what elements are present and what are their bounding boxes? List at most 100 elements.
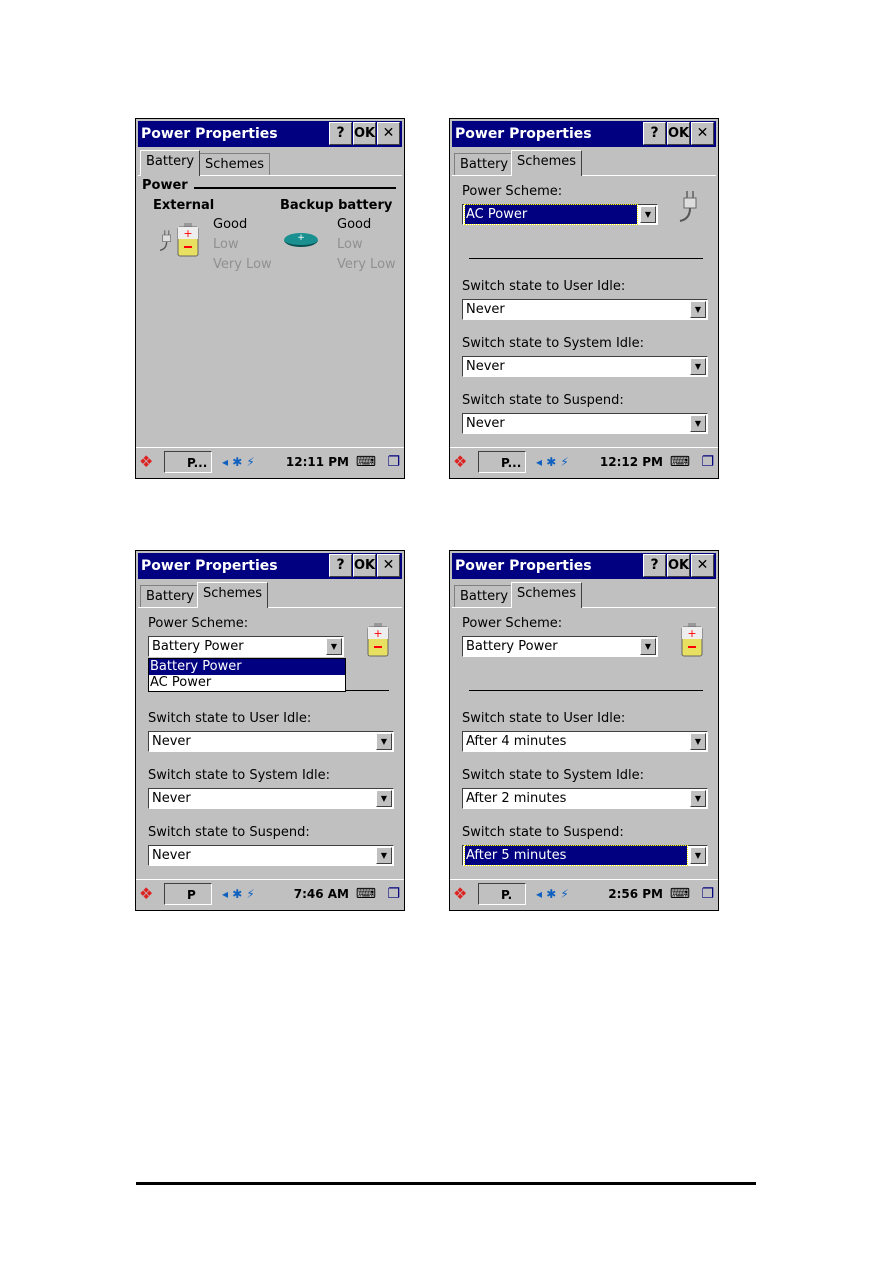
battery-icon: + xyxy=(680,623,704,661)
switch-state-value: Never xyxy=(466,416,505,431)
switch-state-select[interactable]: Never ▼ xyxy=(148,731,394,752)
desktop-switch-icon[interactable]: ❐ xyxy=(701,883,714,905)
power-scheme-select[interactable]: Battery Power ▼ xyxy=(148,636,344,657)
switch-state-select[interactable]: After 5 minutes ▼ xyxy=(462,845,708,866)
power-scheme-select[interactable]: Battery Power ▼ xyxy=(462,636,658,657)
keyboard-icon[interactable]: ⌨ xyxy=(356,883,376,905)
taskbar: ❖ P... ◂ ✱ ⚡ 12:12 PM ⌨ ❐ xyxy=(450,447,718,478)
close-button[interactable]: ✕ xyxy=(377,122,400,145)
chevron-down-icon[interactable]: ▼ xyxy=(690,358,706,375)
ok-button[interactable]: OK xyxy=(353,554,376,577)
dropdown-option[interactable]: AC Power xyxy=(149,675,345,691)
dropdown-option[interactable]: Battery Power xyxy=(149,659,345,675)
switch-state-select[interactable]: Never ▼ xyxy=(462,356,708,377)
keyboard-icon[interactable]: ⌨ xyxy=(356,451,376,473)
chevron-down-icon[interactable]: ▼ xyxy=(326,638,342,655)
close-button[interactable]: ✕ xyxy=(377,554,400,577)
power-scheme-select[interactable]: AC Power ▼ xyxy=(462,204,658,225)
chevron-down-icon[interactable]: ▼ xyxy=(376,790,392,807)
help-button[interactable]: ? xyxy=(329,122,352,145)
switch-state-select[interactable]: After 2 minutes ▼ xyxy=(462,788,708,809)
battery-level-low: Low xyxy=(213,237,239,252)
help-button[interactable]: ? xyxy=(643,554,666,577)
power-group-line xyxy=(194,187,396,189)
switch-state-value: After 2 minutes xyxy=(466,791,567,806)
tab-battery[interactable]: Battery xyxy=(454,585,515,608)
switch-state-label: Switch state to System Idle: xyxy=(148,768,331,783)
chevron-down-icon[interactable]: ▼ xyxy=(640,638,656,655)
start-button-icon[interactable]: ❖ xyxy=(139,451,161,473)
tab-battery[interactable]: Battery xyxy=(140,150,201,176)
switch-state-label: Switch state to Suspend: xyxy=(462,393,624,408)
help-button[interactable]: ? xyxy=(329,554,352,577)
switch-state-select[interactable]: After 4 minutes ▼ xyxy=(462,731,708,752)
battery-level-good: Good xyxy=(213,217,248,232)
switch-state-label: Switch state to User Idle: xyxy=(148,711,312,726)
switch-state-label: Switch state to System Idle: xyxy=(462,768,645,783)
taskbar-app-button[interactable]: P. xyxy=(478,883,526,905)
battery-level-very-low: Very Low xyxy=(213,257,272,272)
tray-icons: ◂ ✱ ⚡ xyxy=(222,887,255,901)
clock[interactable]: 7:46 AM xyxy=(294,883,349,905)
tab-schemes[interactable]: Schemes xyxy=(197,582,269,608)
desktop-switch-icon[interactable]: ❐ xyxy=(387,883,400,905)
desktop-switch-icon[interactable]: ❐ xyxy=(387,451,400,473)
start-button-icon[interactable]: ❖ xyxy=(139,883,161,905)
chevron-down-icon[interactable]: ▼ xyxy=(690,847,706,864)
start-button-icon[interactable]: ❖ xyxy=(453,451,475,473)
clock[interactable]: 2:56 PM xyxy=(608,883,663,905)
clock[interactable]: 12:11 PM xyxy=(286,451,349,473)
switch-state-select[interactable]: Never ▼ xyxy=(462,413,708,434)
power-properties-window: Power Properties? OK ✕ Battery Schemes Power … xyxy=(449,118,719,479)
keyboard-icon[interactable]: ⌨ xyxy=(670,883,690,905)
taskbar: ❖ P. ◂ ✱ ⚡ 2:56 PM ⌨ ❐ xyxy=(450,879,718,910)
tab-schemes[interactable]: Schemes xyxy=(511,582,583,608)
power-properties-window: Power Properties? OK ✕ Battery Schemes Power … xyxy=(449,550,719,911)
tab-schemes[interactable]: Schemes xyxy=(511,150,583,176)
power-scheme-label: Power Scheme: xyxy=(462,616,563,631)
tab-divider xyxy=(452,175,716,176)
keyboard-icon[interactable]: ⌨ xyxy=(670,451,690,473)
chevron-down-icon[interactable]: ▼ xyxy=(376,733,392,750)
tab-battery[interactable]: Battery xyxy=(454,153,515,176)
chevron-down-icon[interactable]: ▼ xyxy=(690,301,706,318)
switch-state-label: Switch state to System Idle: xyxy=(462,336,645,351)
tab-divider xyxy=(138,607,402,608)
switch-state-select[interactable]: Never ▼ xyxy=(148,788,394,809)
svg-text:+: + xyxy=(373,627,382,640)
start-button-icon[interactable]: ❖ xyxy=(453,883,475,905)
chevron-down-icon[interactable]: ▼ xyxy=(690,733,706,750)
switch-state-label: Switch state to Suspend: xyxy=(462,825,624,840)
chevron-down-icon[interactable]: ▼ xyxy=(640,206,656,223)
power-group-label: Power xyxy=(142,178,188,193)
plug-icon xyxy=(674,189,704,229)
tab-schemes[interactable]: Schemes xyxy=(199,153,271,176)
taskbar: ❖ P ◂ ✱ ⚡ 7:46 AM ⌨ ❐ xyxy=(136,879,404,910)
switch-state-value: After 4 minutes xyxy=(466,734,567,749)
battery-level-low: Low xyxy=(337,237,363,252)
taskbar-app-button[interactable]: P xyxy=(164,883,212,905)
backup-battery-label: Backup battery xyxy=(280,198,393,213)
close-button[interactable]: ✕ xyxy=(691,554,714,577)
ok-button[interactable]: OK xyxy=(667,554,690,577)
clock[interactable]: 12:12 PM xyxy=(600,451,663,473)
desktop-switch-icon[interactable]: ❐ xyxy=(701,451,714,473)
chevron-down-icon[interactable]: ▼ xyxy=(690,790,706,807)
close-button[interactable]: ✕ xyxy=(691,122,714,145)
chevron-down-icon[interactable]: ▼ xyxy=(690,415,706,432)
taskbar-app-button[interactable]: P... xyxy=(478,451,526,473)
power-scheme-dropdown-list: Battery Power AC Power xyxy=(148,658,346,692)
taskbar-app-button[interactable]: P... xyxy=(164,451,212,473)
power-scheme-value: AC Power xyxy=(464,204,638,225)
chevron-down-icon[interactable]: ▼ xyxy=(376,847,392,864)
switch-state-select[interactable]: Never ▼ xyxy=(462,299,708,320)
switch-state-select[interactable]: Never ▼ xyxy=(148,845,394,866)
ok-button[interactable]: OK xyxy=(667,122,690,145)
footer-rule xyxy=(136,1182,756,1185)
tab-battery[interactable]: Battery xyxy=(140,585,201,608)
svg-text:+: + xyxy=(687,627,696,640)
battery-level-very-low: Very Low xyxy=(337,257,396,272)
ok-button[interactable]: OK xyxy=(353,122,376,145)
external-power-icon: + xyxy=(156,223,200,259)
help-button[interactable]: ? xyxy=(643,122,666,145)
